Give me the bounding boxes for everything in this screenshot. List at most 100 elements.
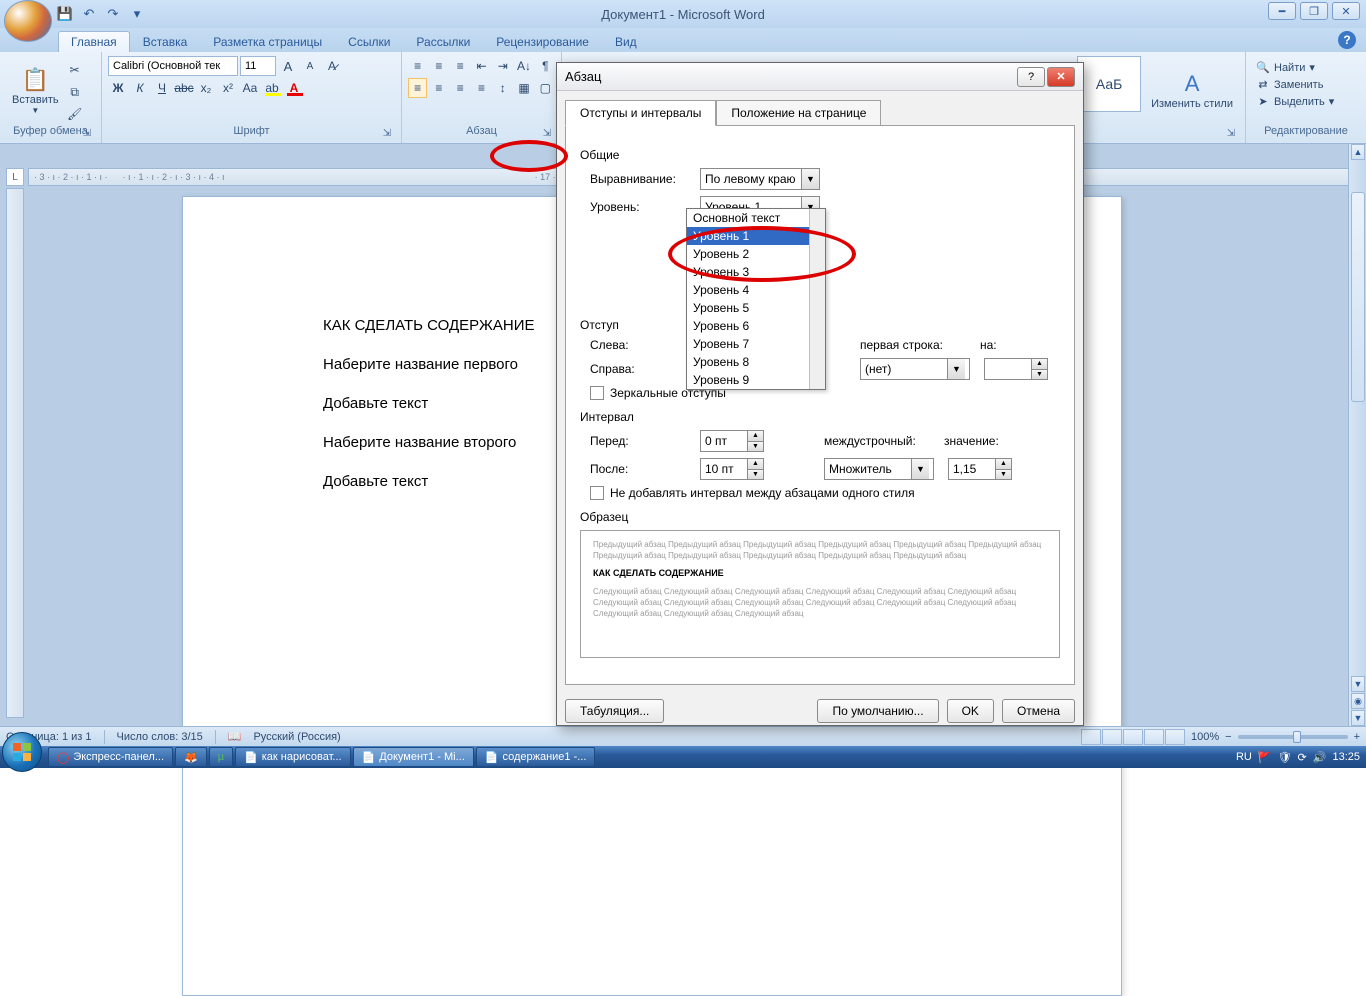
tray-update-icon[interactable]: ⟳ [1298, 751, 1307, 764]
taskbar-item-word1[interactable]: 📄как нарисоват... [235, 747, 351, 767]
line-spacing-icon[interactable]: ↕ [493, 78, 512, 98]
indent-dec-icon[interactable]: ⇤ [472, 56, 491, 76]
styles-gallery[interactable]: АаБ [1077, 56, 1141, 112]
zoom-out-icon[interactable]: − [1225, 731, 1231, 743]
dialog-tab-indents[interactable]: Отступы и интервалы [565, 100, 716, 126]
find-button[interactable]: 🔍Найти ▾ [1252, 60, 1338, 75]
italic-icon[interactable]: К [130, 78, 150, 98]
next-page-icon[interactable]: ▼ [1351, 710, 1365, 726]
space-before-spinner[interactable]: ▲▼ [700, 430, 764, 452]
multilevel-icon[interactable]: ≡ [451, 56, 470, 76]
status-words[interactable]: Число слов: 3/15 [117, 731, 203, 743]
align-justify-icon[interactable]: ≡ [472, 78, 491, 98]
font-name-combo[interactable] [108, 56, 238, 76]
spin-down-icon[interactable]: ▼ [748, 470, 763, 480]
tabs-button[interactable]: Табуляция... [565, 699, 664, 723]
borders-icon[interactable]: ▢ [536, 78, 555, 98]
tab-review[interactable]: Рецензирование [483, 31, 602, 52]
sort-icon[interactable]: A↓ [514, 56, 533, 76]
align-right-icon[interactable]: ≡ [451, 78, 470, 98]
scroll-down-icon[interactable]: ▼ [1351, 676, 1365, 692]
space-after-spinner[interactable]: ▲▼ [700, 458, 764, 480]
zoom-in-icon[interactable]: + [1354, 731, 1360, 743]
paragraph-launcher-icon[interactable]: ⇲ [541, 128, 553, 140]
scroll-up-icon[interactable]: ▲ [1351, 144, 1365, 160]
chevron-down-icon[interactable]: ▼ [911, 459, 929, 479]
tray-flag-icon[interactable]: 🚩 [1258, 751, 1272, 764]
clear-formatting-icon[interactable]: A̷ [322, 56, 342, 76]
prev-page-icon[interactable]: ◉ [1351, 693, 1365, 709]
dropdown-item[interactable]: Уровень 5 [687, 299, 825, 317]
view-mode-buttons[interactable] [1081, 729, 1185, 745]
copy-icon[interactable]: ⧉ [65, 82, 85, 102]
spin-up-icon[interactable]: ▲ [996, 459, 1011, 470]
change-styles-button[interactable]: A Изменить стили [1145, 56, 1239, 125]
no-space-checkbox[interactable]: Не добавлять интервал между абзацами одн… [590, 486, 915, 500]
vertical-scrollbar[interactable]: ▲ ▼ ◉ ▼ [1348, 144, 1366, 726]
taskbar-item-opera[interactable]: ◯Экспресс-панел... [48, 747, 173, 767]
dropdown-item[interactable]: Основной текст [687, 209, 825, 227]
dropdown-item[interactable]: Уровень 6 [687, 317, 825, 335]
styles-launcher-icon[interactable]: ⇲ [1225, 128, 1237, 140]
align-left-icon[interactable]: ≡ [408, 78, 427, 98]
superscript-icon[interactable]: x² [218, 78, 238, 98]
spin-down-icon[interactable]: ▼ [996, 470, 1011, 480]
clipboard-launcher-icon[interactable]: ⇲ [81, 128, 93, 140]
default-button[interactable]: По умолчанию... [817, 699, 938, 723]
dropdown-item[interactable]: Уровень 4 [687, 281, 825, 299]
spin-up-icon[interactable]: ▲ [748, 431, 763, 442]
underline-icon[interactable]: Ч [152, 78, 172, 98]
taskbar-item-word2[interactable]: 📄Документ1 - Mi... [353, 747, 474, 767]
subscript-icon[interactable]: x₂ [196, 78, 216, 98]
linespacing-combo[interactable]: ▼ [824, 458, 934, 480]
minimize-button[interactable]: ━ [1268, 2, 1296, 20]
tray-lang[interactable]: RU [1236, 751, 1252, 763]
change-case-icon[interactable]: Aa [240, 78, 260, 98]
spin-up-icon[interactable]: ▲ [748, 459, 763, 470]
tab-view[interactable]: Вид [602, 31, 650, 52]
zoom-slider[interactable] [1238, 735, 1348, 739]
maximize-button[interactable]: ❐ [1300, 2, 1328, 20]
dialog-tab-linebreaks[interactable]: Положение на странице [716, 100, 881, 126]
dropdown-item[interactable]: Уровень 9 [687, 371, 825, 389]
cut-icon[interactable]: ✂ [65, 60, 85, 80]
help-icon[interactable]: ? [1338, 31, 1356, 49]
scroll-thumb[interactable] [1351, 192, 1365, 402]
redo-icon[interactable]: ↷ [104, 5, 122, 23]
taskbar-item-utorrent[interactable]: µ [209, 747, 233, 767]
save-icon[interactable]: 💾 [56, 5, 74, 23]
shading-icon[interactable]: ▦ [514, 78, 533, 98]
dropdown-item[interactable]: Уровень 1 [687, 227, 825, 245]
indent-inc-icon[interactable]: ⇥ [493, 56, 512, 76]
tray-shield-icon[interactable]: 🛡 [1278, 751, 1292, 764]
spin-up-icon[interactable]: ▲ [1032, 359, 1047, 370]
taskbar-item-firefox[interactable]: 🦊 [175, 747, 207, 767]
start-button[interactable] [2, 732, 42, 772]
pilcrow-icon[interactable]: ¶ [536, 56, 555, 76]
linespacing-at-spinner[interactable]: ▲▼ [948, 458, 1012, 480]
firstline-by-spinner[interactable]: ▲▼ [984, 358, 1048, 380]
tab-home[interactable]: Главная [58, 31, 130, 52]
alignment-combo[interactable]: ▼ [700, 168, 820, 190]
dialog-help-button[interactable]: ? [1017, 67, 1045, 87]
qat-customize-icon[interactable]: ▾ [128, 5, 146, 23]
chevron-down-icon[interactable]: ▼ [801, 169, 819, 189]
view-ruler-icon[interactable]: L [6, 168, 24, 186]
undo-icon[interactable]: ↶ [80, 5, 98, 23]
close-button[interactable]: ✕ [1332, 2, 1360, 20]
bullets-icon[interactable]: ≡ [408, 56, 427, 76]
status-language[interactable]: Русский (Россия) [253, 731, 340, 743]
spin-down-icon[interactable]: ▼ [748, 442, 763, 452]
dropdown-item[interactable]: Уровень 8 [687, 353, 825, 371]
align-center-icon[interactable]: ≡ [429, 78, 448, 98]
dropdown-item[interactable]: Уровень 3 [687, 263, 825, 281]
cancel-button[interactable]: Отмена [1002, 699, 1075, 723]
dialog-close-button[interactable]: ✕ [1047, 67, 1075, 87]
dropdown-item[interactable]: Уровень 2 [687, 245, 825, 263]
font-size-combo[interactable] [240, 56, 276, 76]
status-proofing-icon[interactable]: 📖 [228, 730, 242, 743]
chevron-down-icon[interactable]: ▼ [947, 359, 965, 379]
paste-button[interactable]: 📋 Вставить ▼ [6, 56, 65, 125]
numbering-icon[interactable]: ≡ [429, 56, 448, 76]
spin-down-icon[interactable]: ▼ [1032, 370, 1047, 380]
